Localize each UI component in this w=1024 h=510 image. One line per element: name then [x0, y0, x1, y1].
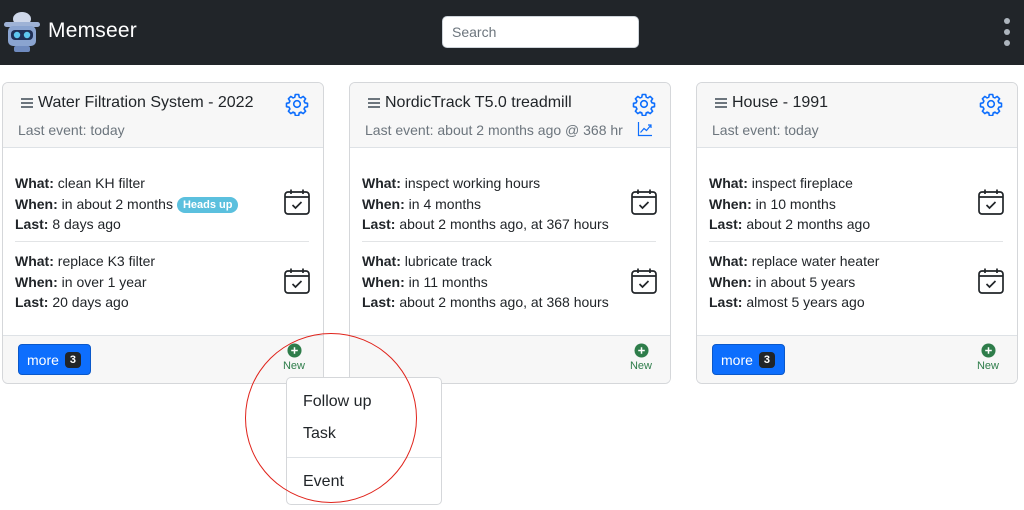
more-count-badge: 3: [64, 351, 82, 368]
calendar-check-icon[interactable]: [283, 188, 311, 216]
task-item[interactable]: What: replace water heater When: in abou…: [709, 251, 1005, 313]
last-label: Last:: [362, 216, 396, 232]
card-last-event: Last event: about 2 months ago @ 368 hr: [365, 122, 623, 138]
task-item[interactable]: What: replace K3 filter When: in over 1 …: [15, 251, 311, 313]
task-last: about 2 months ago, at 368 hours: [399, 294, 609, 310]
task-last: 8 days ago: [52, 216, 121, 232]
drag-handle-icon[interactable]: [368, 98, 380, 108]
card-header: Water Filtration System - 2022 Last even…: [3, 83, 323, 148]
menu-divider: [287, 457, 441, 458]
task-when: in over 1 year: [61, 273, 147, 290]
card-title[interactable]: NordicTrack T5.0 treadmill: [385, 94, 572, 112]
task-what: inspect working hours: [404, 175, 541, 191]
card-last-event: Last event: today: [18, 122, 125, 138]
card-header: House - 1991 Last event: today: [697, 83, 1017, 148]
menu-item-task[interactable]: Task: [287, 425, 441, 443]
task-what: replace K3 filter: [57, 253, 156, 269]
task-when: in 11 months: [408, 273, 488, 290]
top-navbar: Memseer: [0, 0, 1024, 65]
calendar-check-icon[interactable]: [977, 267, 1005, 295]
task-item[interactable]: What: inspect working hours When: in 4 m…: [362, 173, 658, 235]
last-label: Last:: [15, 216, 49, 232]
last-label: Last:: [362, 294, 396, 310]
task-what: clean KH filter: [57, 175, 145, 191]
kebab-menu-icon[interactable]: [998, 17, 1016, 47]
drag-handle-icon[interactable]: [21, 98, 33, 108]
asset-card: Water Filtration System - 2022 Last even…: [2, 82, 324, 384]
plus-circle-icon: [286, 343, 302, 358]
task-what: inspect fireplace: [751, 175, 853, 191]
app-name[interactable]: Memseer: [48, 19, 137, 43]
card-footer: New: [350, 335, 670, 383]
drag-handle-icon[interactable]: [715, 98, 727, 108]
when-label: When:: [709, 273, 752, 290]
gear-icon[interactable]: [285, 92, 309, 116]
task-last: about 2 months ago, at 367 hours: [399, 216, 609, 232]
card-footer: more 3 New: [697, 335, 1017, 383]
heads-up-badge: Heads up: [176, 196, 239, 213]
new-label: New: [629, 360, 652, 372]
when-label: When:: [362, 273, 405, 290]
last-label: Last:: [709, 294, 743, 310]
card-footer: more 3 New: [3, 335, 323, 383]
what-label: What:: [709, 253, 748, 269]
calendar-check-icon[interactable]: [630, 267, 658, 295]
robot-logo-icon[interactable]: [2, 10, 42, 54]
more-label: more: [721, 351, 753, 368]
item-divider: [15, 241, 309, 242]
more-button[interactable]: more 3: [712, 344, 786, 375]
item-divider: [709, 241, 1003, 242]
asset-card: House - 1991 Last event: today What: ins…: [696, 82, 1018, 384]
task-item[interactable]: What: lubricate track When: in 11 months…: [362, 251, 658, 313]
task-when: in 10 months: [755, 195, 836, 212]
new-label: New: [976, 360, 999, 372]
calendar-check-icon[interactable]: [630, 188, 658, 216]
more-count-badge: 3: [758, 351, 776, 368]
menu-item-event[interactable]: Event: [287, 473, 441, 491]
more-button[interactable]: more 3: [18, 344, 92, 375]
what-label: What:: [15, 175, 54, 191]
item-divider: [362, 241, 656, 242]
new-dropdown-menu: Follow up Task Event: [286, 377, 442, 505]
task-last: about 2 months ago: [746, 216, 871, 232]
when-label: When:: [362, 195, 405, 212]
chart-icon[interactable]: [637, 121, 653, 137]
calendar-check-icon[interactable]: [283, 267, 311, 295]
task-last: almost 5 years ago: [746, 294, 865, 310]
card-title[interactable]: House - 1991: [732, 94, 828, 112]
new-button[interactable]: New: [626, 343, 656, 372]
card-title[interactable]: Water Filtration System - 2022: [38, 94, 253, 112]
new-button[interactable]: New: [279, 343, 309, 372]
plus-circle-icon: [980, 343, 996, 358]
card-header: NordicTrack T5.0 treadmill Last event: a…: [350, 83, 670, 148]
new-button[interactable]: New: [973, 343, 1003, 372]
what-label: What:: [362, 253, 401, 269]
task-item[interactable]: What: inspect fireplace When: in 10 mont…: [709, 173, 1005, 235]
when-label: When:: [709, 195, 752, 212]
when-label: When:: [15, 195, 58, 212]
task-last: 20 days ago: [52, 294, 129, 310]
card-last-event: Last event: today: [712, 122, 819, 138]
what-label: What:: [362, 175, 401, 191]
task-when: in 4 months: [408, 195, 482, 212]
what-label: What:: [15, 253, 54, 269]
search-input[interactable]: [442, 16, 639, 48]
asset-card: NordicTrack T5.0 treadmill Last event: a…: [349, 82, 671, 384]
plus-circle-icon: [633, 343, 649, 358]
gear-icon[interactable]: [979, 92, 1003, 116]
menu-item-follow-up[interactable]: Follow up: [287, 393, 441, 411]
what-label: What:: [709, 175, 748, 191]
last-label: Last:: [15, 294, 49, 310]
task-when: in about 2 months: [61, 195, 173, 212]
more-label: more: [27, 351, 59, 368]
gear-icon[interactable]: [632, 92, 656, 116]
task-item[interactable]: What: clean KH filter When: in about 2 m…: [15, 173, 311, 235]
when-label: When:: [15, 273, 58, 290]
last-label: Last:: [709, 216, 743, 232]
task-when: in about 5 years: [755, 273, 856, 290]
new-label: New: [282, 360, 305, 372]
task-what: lubricate track: [404, 253, 492, 269]
calendar-check-icon[interactable]: [977, 188, 1005, 216]
task-what: replace water heater: [751, 253, 880, 269]
